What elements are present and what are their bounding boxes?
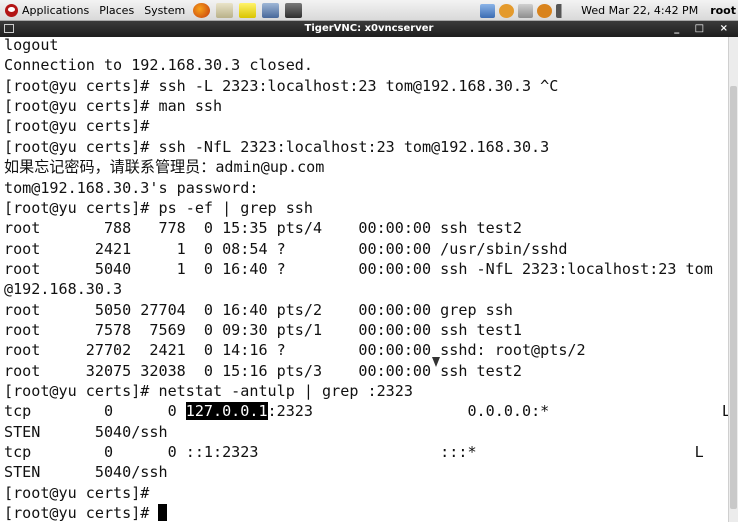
distro-logo-icon xyxy=(5,3,18,17)
window-titlebar[interactable]: TigerVNC: x0vncserver _ □ × xyxy=(0,21,738,37)
terminal-line: root 2421 1 0 08:54 ? 00:00:00 /usr/sbin… xyxy=(4,240,568,258)
mouse-pointer-icon xyxy=(432,357,440,367)
network-icon[interactable] xyxy=(480,3,496,18)
terminal-line: Connection to 192.168.30.3 closed. xyxy=(4,56,313,74)
window-controls[interactable]: _ □ × xyxy=(674,21,734,37)
clock[interactable]: Wed Mar 22, 4:42 PM xyxy=(573,4,710,17)
terminal-line: tcp 0 0 ::1:2323 :::* L xyxy=(4,443,704,461)
terminal-line: tom@192.168.30.3's password: xyxy=(4,179,259,197)
terminal-line-netstat: tcp 0 0 127.0.0.1:2323 0.0.0.0:* L xyxy=(4,401,728,421)
notes-icon[interactable] xyxy=(239,2,257,18)
terminal-line: STEN 5040/ssh xyxy=(4,423,168,441)
terminal-line: root 7578 7569 0 09:30 pts/1 00:00:00 ss… xyxy=(4,321,522,339)
info-icon[interactable] xyxy=(499,3,515,18)
terminal-line: root 32075 32038 0 15:16 pts/3 00:00:00 … xyxy=(4,362,522,380)
terminal-line: root 5050 27704 0 16:40 pts/2 00:00:00 g… xyxy=(4,301,513,319)
scrollbar-thumb[interactable] xyxy=(730,86,737,509)
terminal-line: STEN 5040/ssh xyxy=(4,463,168,481)
selected-text[interactable]: 127.0.0.1 xyxy=(185,402,268,420)
terminal-prompt: [root@yu certs]# xyxy=(4,504,159,522)
window-title: TigerVNC: x0vncserver xyxy=(304,23,434,34)
terminal-line: 如果忘记密码，请联系管理员：admin@up.com xyxy=(4,158,325,176)
tools-icon[interactable] xyxy=(216,2,234,18)
terminal-line: [root@yu certs]# xyxy=(4,117,150,135)
user-menu[interactable]: root xyxy=(710,4,738,17)
terminal-line: root 5040 1 0 16:40 ? 00:00:00 ssh -NfL … xyxy=(4,260,713,278)
terminal-scrollbar[interactable] xyxy=(728,37,738,522)
window-menu-icon[interactable] xyxy=(4,24,14,33)
terminal-prompt-line[interactable]: [root@yu certs]# xyxy=(4,503,168,522)
terminal-line: [root@yu certs]# ssh -NfL 2323:localhost… xyxy=(4,138,550,156)
applications-menu[interactable]: Applications xyxy=(0,0,94,21)
volume-icon[interactable] xyxy=(556,3,572,18)
system-tray: Wed Mar 22, 4:42 PM root xyxy=(478,0,738,21)
terminal-line: [root@yu certs]# ps -ef | grep ssh xyxy=(4,199,313,217)
places-menu[interactable]: Places xyxy=(94,0,139,21)
terminal-line: [root@yu certs]# man ssh xyxy=(4,97,223,115)
netstat-prefix: tcp 0 0 xyxy=(4,402,186,420)
terminal-line: [root@yu certs]# netstat -antulp | grep … xyxy=(4,382,413,400)
applications-menu-label: Applications xyxy=(22,3,90,17)
terminal-line: root 27702 2421 0 14:16 ? 00:00:00 sshd:… xyxy=(4,341,586,359)
system-menu[interactable]: System xyxy=(139,0,190,21)
terminal-line: [root@yu certs]# ssh -L 2323:localhost:2… xyxy=(4,77,559,95)
firefox-icon[interactable] xyxy=(193,2,211,18)
terminal-line: root 788 778 0 15:35 pts/4 00:00:00 ssh … xyxy=(4,219,522,237)
terminal-line: [root@yu certs]# xyxy=(4,484,150,502)
terminal-line: @192.168.30.3 xyxy=(4,280,123,298)
text-cursor xyxy=(158,504,168,521)
help-icon[interactable] xyxy=(537,3,553,18)
terminal-line: logout xyxy=(4,37,59,54)
netstat-suffix: :2323 0.0.0.0:* L xyxy=(267,402,728,420)
terminal[interactable]: logout Connection to 192.168.30.3 closed… xyxy=(0,37,728,522)
camera-icon[interactable] xyxy=(285,2,303,18)
top-panel: Applications Places System Wed Mar 22, 4… xyxy=(0,0,738,21)
monitor-icon[interactable] xyxy=(262,2,280,18)
update-icon[interactable] xyxy=(518,3,534,18)
